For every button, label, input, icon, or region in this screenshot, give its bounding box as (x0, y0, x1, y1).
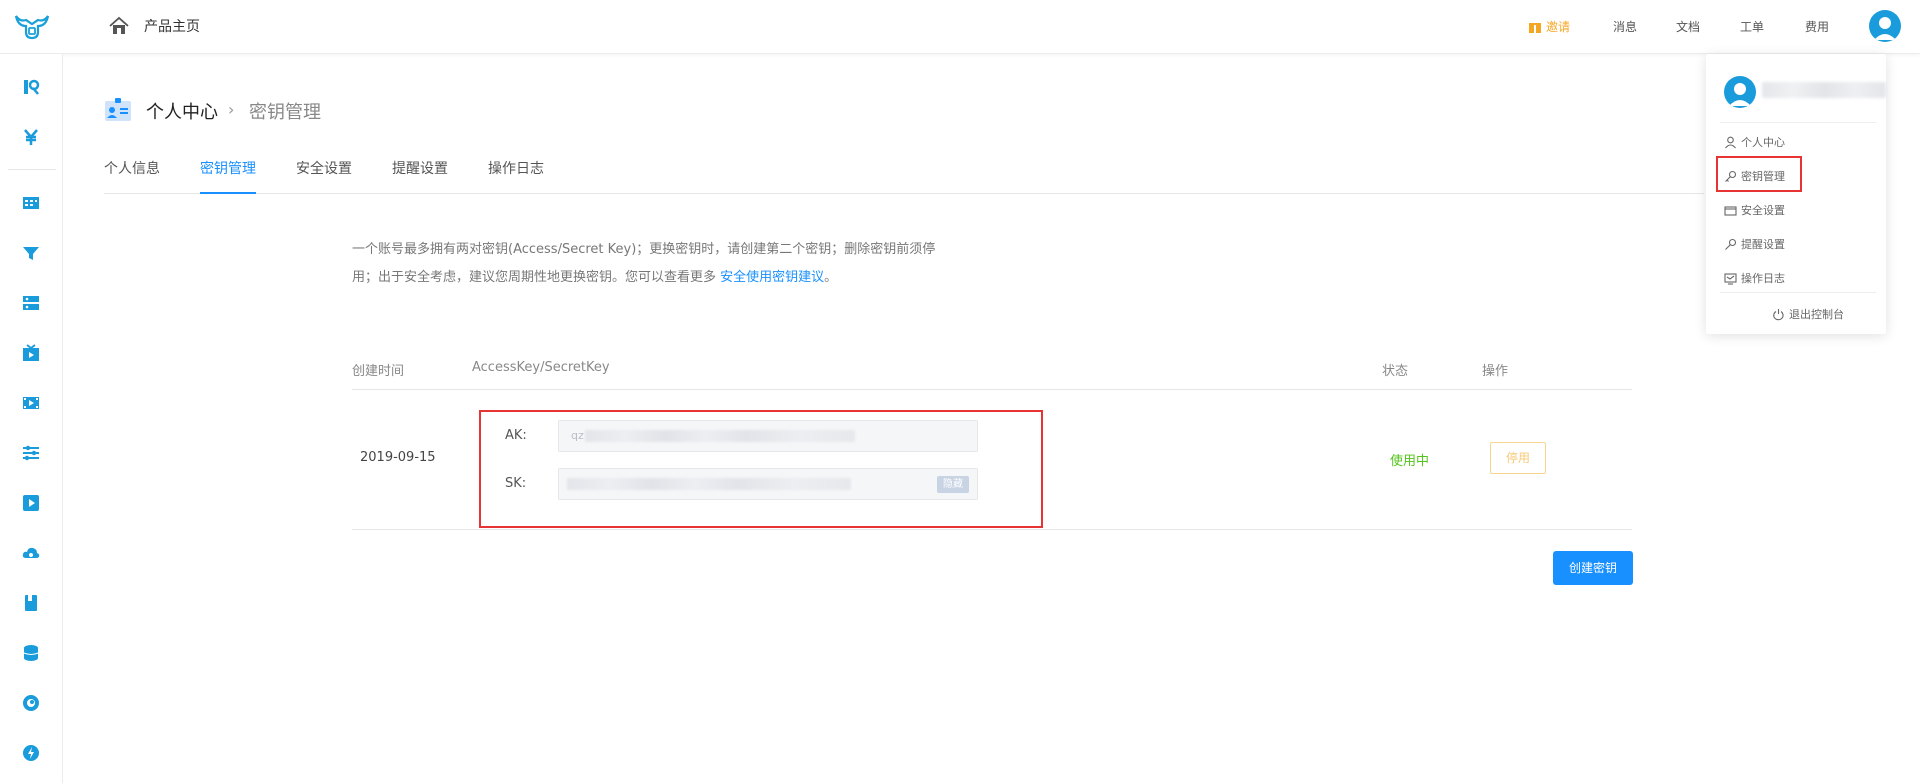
database-icon[interactable] (22, 644, 40, 662)
logout-label: 退出控制台 (1789, 308, 1844, 321)
menu-item-operation-log[interactable]: 操作日志 (1724, 270, 1785, 286)
tab-profile[interactable]: 个人信息 (104, 158, 160, 194)
home-link[interactable]: 产品主页 (144, 16, 200, 36)
created-date: 2019-09-15 (360, 450, 436, 465)
billing-link[interactable]: 费用 (1805, 18, 1829, 35)
ak-prefix: qz (571, 429, 584, 442)
header-status: 状态 (1382, 364, 1409, 379)
book-icon[interactable] (22, 594, 40, 612)
tab-operation-log[interactable]: 操作日志 (488, 158, 544, 194)
menu-item-label: 个人中心 (1741, 136, 1785, 149)
sidebar-divider (8, 169, 56, 170)
brand-r-icon[interactable] (22, 78, 40, 96)
bolt-icon[interactable] (22, 744, 40, 762)
sliders-icon[interactable] (22, 444, 40, 462)
hide-secret-button[interactable]: 隐藏 (937, 476, 969, 493)
sk-label: SK: (505, 476, 527, 491)
id-card-icon (105, 98, 131, 121)
user-dropdown-menu: 个人中心 密钥管理 安全设置 提醒设置 操作日志 退出控制台 (1706, 54, 1886, 334)
menu-item-security[interactable]: 安全设置 (1724, 202, 1785, 218)
server-icon[interactable] (22, 294, 40, 312)
key-description: 一个账号最多拥有两对密钥(Access/Secret Key)；更换密钥时，请创… (352, 236, 982, 292)
invite-link[interactable]: 邀请 (1528, 18, 1570, 35)
docs-link[interactable]: 文档 (1676, 18, 1700, 35)
wallet-icon (1724, 205, 1737, 216)
yen-icon[interactable] (22, 128, 40, 146)
power-icon (1773, 308, 1784, 320)
invite-label: 邀请 (1546, 20, 1571, 34)
top-bar: 产品主页 邀请 消息 文档 工单 费用 (0, 0, 1920, 54)
tab-key-management[interactable]: 密钥管理 (200, 158, 256, 194)
status-badge: 使用中 (1390, 454, 1430, 469)
header-keys: AccessKey/SecretKey (472, 360, 610, 375)
user-icon (1725, 136, 1736, 148)
user-avatar[interactable] (1869, 10, 1901, 42)
dropdown-avatar-icon (1729, 83, 1751, 106)
logo-icon[interactable] (12, 10, 52, 44)
tab-reminders[interactable]: 提醒设置 (392, 158, 448, 194)
film-icon[interactable] (22, 394, 40, 412)
sidebar (0, 54, 63, 783)
circle-icon[interactable] (22, 694, 40, 712)
tv-icon[interactable] (22, 344, 40, 362)
disable-key-button[interactable]: 停用 (1490, 442, 1546, 474)
menu-item-profile[interactable]: 个人中心 (1724, 134, 1785, 150)
dashboard-icon[interactable] (22, 194, 40, 212)
description-end: 。 (824, 270, 838, 285)
access-key-redacted (585, 430, 855, 442)
play-icon[interactable] (22, 494, 40, 512)
secret-key-field[interactable]: 隐藏 (558, 468, 978, 500)
breadcrumb-root[interactable]: 个人中心 (146, 98, 218, 124)
tickets-link[interactable]: 工单 (1740, 18, 1764, 35)
description-line-1: 一个账号最多拥有两对密钥(Access/Secret Key)；更换密钥时，请创… (352, 242, 936, 257)
ak-label: AK: (505, 428, 527, 443)
dropdown-avatar (1724, 76, 1756, 108)
bell-key-icon (1725, 238, 1737, 250)
cloud-icon[interactable] (22, 544, 40, 562)
breadcrumb-current: 密钥管理 (249, 102, 321, 123)
home-icon[interactable] (108, 16, 130, 36)
tab-security[interactable]: 安全设置 (296, 158, 352, 194)
create-key-button[interactable]: 创建密钥 (1553, 551, 1633, 585)
funnel-icon[interactable] (22, 244, 40, 262)
header-action: 操作 (1482, 364, 1509, 379)
log-icon (1724, 272, 1737, 285)
table-header: 创建时间 AccessKey/SecretKey 状态 操作 (352, 352, 1632, 390)
logout-button[interactable]: 退出控制台 (1772, 306, 1844, 322)
tab-bar: 个人信息 密钥管理 安全设置 提醒设置 操作日志 (104, 158, 1704, 194)
menu-item-label: 安全设置 (1741, 204, 1785, 217)
description-line-2: 用；出于安全考虑，建议您周期性地更换密钥。您可以查看更多 安全使用密钥建议。 (352, 264, 982, 292)
key-highlight-box: AK: qz SK: 隐藏 (479, 410, 1043, 528)
menu-item-label: 操作日志 (1741, 272, 1785, 285)
user-avatar-icon (1874, 17, 1896, 40)
menu-item-reminders[interactable]: 提醒设置 (1724, 236, 1785, 252)
dropdown-divider (1720, 122, 1876, 123)
header-created: 创建时间 (352, 364, 405, 379)
username-redacted (1762, 82, 1886, 98)
security-advice-link[interactable]: 安全使用密钥建议 (720, 270, 824, 285)
dropdown-divider (1720, 292, 1876, 293)
table-row: 2019-09-15 AK: qz SK: 隐藏 使用中 停用 (352, 390, 1632, 530)
secret-key-redacted (567, 478, 851, 490)
menu-item-label: 提醒设置 (1741, 238, 1785, 251)
messages-link[interactable]: 消息 (1613, 18, 1637, 35)
menu-highlight-box (1716, 156, 1802, 192)
breadcrumb-separator: › (228, 100, 235, 119)
description-text: 用；出于安全考虑，建议您周期性地更换密钥。您可以查看更多 (352, 270, 721, 285)
access-key-field[interactable]: qz (558, 420, 978, 452)
gift-icon (1529, 22, 1541, 33)
